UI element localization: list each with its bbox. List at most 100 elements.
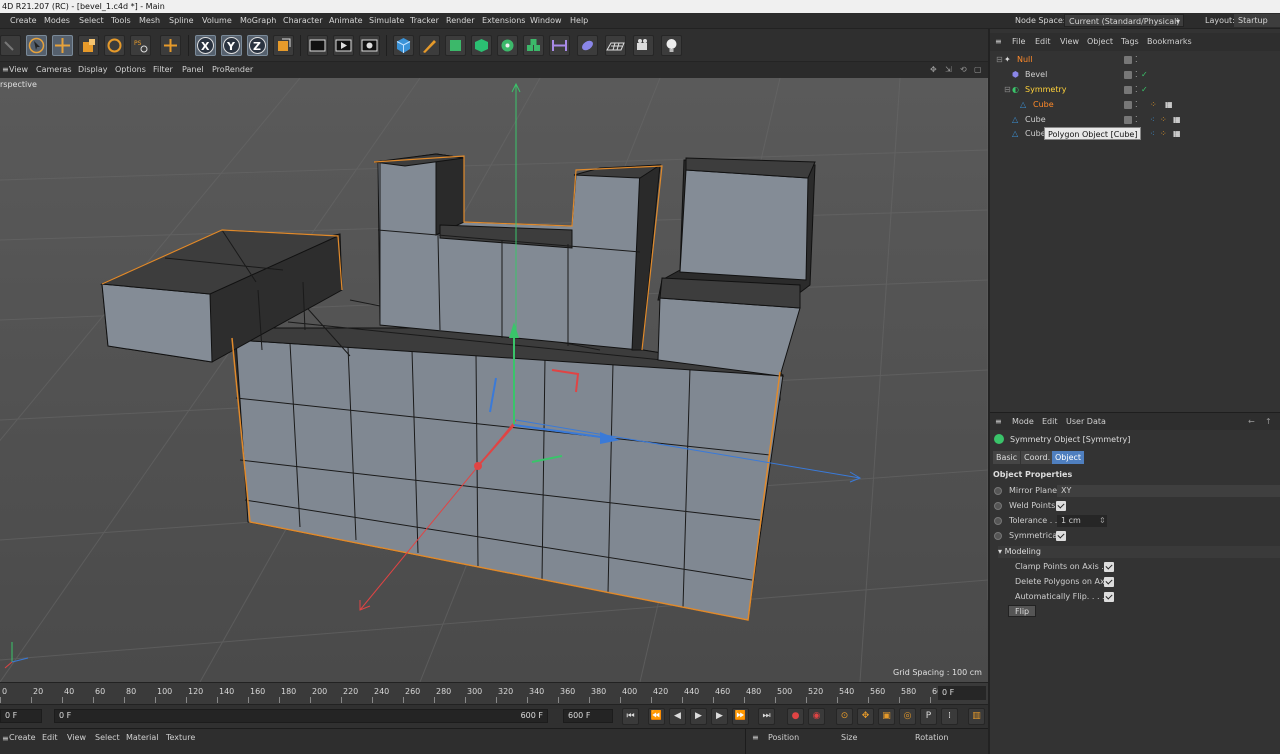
hamburger-icon[interactable]: ≡ [752,729,759,747]
attr-menu-edit[interactable]: Edit [1042,413,1058,431]
menu-select[interactable]: Select [79,13,104,29]
menu-window[interactable]: Window [530,13,562,29]
editor-visibility-icon[interactable] [1124,116,1132,124]
timeline-ruler[interactable]: 0 20 40 60 80 100 120 140 160 180 200 220 240 260 280 3… [0,682,988,704]
select-icon[interactable] [26,35,47,56]
hamburger-icon[interactable]: ≡ [995,413,1002,431]
y-axis-icon[interactable]: Y [221,35,242,56]
tree-toggle-icon[interactable]: ⊟ [996,52,1003,67]
x-axis-icon[interactable]: X [195,35,216,56]
keyframe-selection-icon[interactable]: ⊙ [836,708,853,725]
menu-modes[interactable]: Modes [44,13,70,29]
object-row-cube-1[interactable]: △ Cube ⁚ ⁘ ▦ [990,97,1280,112]
end-frame-field[interactable]: 600 F [563,709,613,723]
editor-visibility-icon[interactable] [1124,101,1132,109]
material-menu-material[interactable]: Material [126,729,159,747]
back-arrow-icon[interactable]: ← [1248,413,1255,431]
next-frame-icon[interactable]: ▶ [711,708,728,725]
visibility-dots-icon[interactable]: ⁚ [1135,52,1138,67]
menu-spline[interactable]: Spline [169,13,194,29]
objmgr-menu-object[interactable]: Object [1087,33,1113,51]
symmetry-icon[interactable] [549,35,570,56]
objmgr-menu-view[interactable]: View [1060,33,1079,51]
enabled-check-icon[interactable]: ✓ [1141,67,1148,82]
phong-tag-icon[interactable]: ⁘ [1150,97,1157,112]
key-param-icon[interactable]: P [920,708,937,725]
visibility-dots-icon[interactable]: ⁚ [1135,82,1138,97]
clamp-checkbox[interactable] [1104,562,1114,572]
record-icon[interactable]: ● [787,708,804,725]
camera-icon[interactable] [633,35,654,56]
render-picture-viewer-icon[interactable] [333,35,354,56]
viewport-menu-view[interactable]: View [9,62,28,78]
deformer-icon[interactable] [497,35,518,56]
menu-volume[interactable]: Volume [202,13,232,29]
objmgr-menu-file[interactable]: File [1012,33,1025,51]
modeling-group-header[interactable]: ▾ Modeling [998,546,1280,558]
frame-range-slider[interactable]: 0 F 600 F [54,709,548,723]
viewport-menu-filter[interactable]: Filter [153,62,173,78]
current-frame-field[interactable]: 0 F [938,686,986,700]
psr-icon[interactable]: PS [130,35,151,56]
viewport-zoom-icon[interactable]: ⇲ [945,62,952,78]
menu-mesh[interactable]: Mesh [139,13,160,29]
viewport-menu-options[interactable]: Options [115,62,146,78]
hamburger-icon[interactable]: ≡ [2,62,9,78]
start-frame-field[interactable]: 0 F [0,709,42,723]
mirror-plane-select[interactable]: XY [1057,485,1280,497]
prev-key-icon[interactable]: ⏪ [648,708,665,725]
menu-tracker[interactable]: Tracker [410,13,439,29]
hamburger-icon[interactable]: ≡ [2,731,9,747]
light-icon[interactable] [661,35,682,56]
visibility-dots-icon[interactable]: ⁚ [1135,67,1138,82]
menu-create[interactable]: Create [10,13,37,29]
render-view-icon[interactable] [307,35,328,56]
key-rotation-icon[interactable]: ◎ [899,708,916,725]
viewport-move-icon[interactable]: ✥ [930,62,937,78]
editor-visibility-icon[interactable] [1124,86,1132,94]
menu-animate[interactable]: Animate [329,13,363,29]
material-menu-texture[interactable]: Texture [166,729,195,747]
material-tag-icon[interactable]: ▦ [1165,97,1173,112]
move-icon[interactable] [52,35,73,56]
editor-visibility-icon[interactable] [1124,71,1132,79]
node-space-select[interactable]: Current (Standard/Physical) ▾ [1064,14,1184,27]
next-key-icon[interactable]: ⏩ [732,708,749,725]
phong-tag-icon[interactable]: ⁘ [1160,126,1167,141]
timeline-icon[interactable]: ▥ [968,708,985,725]
editor-visibility-icon[interactable] [1124,56,1132,64]
weld-points-checkbox[interactable] [1056,501,1066,511]
stepper-icon[interactable]: ⇕ [1099,514,1106,528]
viewport-menu-panel[interactable]: Panel [182,62,204,78]
object-row-null[interactable]: ⊟ ✦ Null ⁚ [990,52,1280,67]
undo-icon[interactable] [0,35,21,56]
keyframe-radio-icon[interactable] [994,502,1002,510]
menu-render[interactable]: Render [446,13,474,29]
menu-simulate[interactable]: Simulate [369,13,404,29]
viewport-menu-prorender[interactable]: ProRender [212,62,253,78]
material-menu-create[interactable]: Create [9,729,36,747]
object-row-bevel[interactable]: ⬢ Bevel ⁚ ✓ [990,67,1280,82]
coord-system-icon[interactable] [273,35,294,56]
viewport-menu-cameras[interactable]: Cameras [36,62,72,78]
tab-object[interactable]: Object [1052,451,1085,464]
material-tag-icon[interactable]: ▦ [1173,126,1181,141]
selection-tag-icon[interactable]: ⁖ [1150,126,1155,141]
menu-help[interactable]: Help [570,13,588,29]
viewport-maximize-icon[interactable]: ▢ [974,62,982,78]
delete-polygons-checkbox[interactable] [1104,577,1114,587]
floor-icon[interactable] [605,35,626,56]
phong-tag-icon[interactable]: ⁘ [1160,112,1167,127]
keyframe-radio-icon[interactable] [994,517,1002,525]
material-menu-view[interactable]: View [67,729,86,747]
viewport-menu-display[interactable]: Display [78,62,108,78]
visibility-dots-icon[interactable]: ⁚ [1135,97,1138,112]
key-position-icon[interactable]: ✥ [857,708,874,725]
z-axis-icon[interactable]: Z [247,35,268,56]
render-settings-icon[interactable] [359,35,380,56]
viewport-canvas[interactable] [0,78,988,682]
rotate-icon[interactable] [104,35,125,56]
menu-character[interactable]: Character [283,13,323,29]
key-scale-icon[interactable]: ▣ [878,708,895,725]
mograph-icon[interactable] [523,35,544,56]
